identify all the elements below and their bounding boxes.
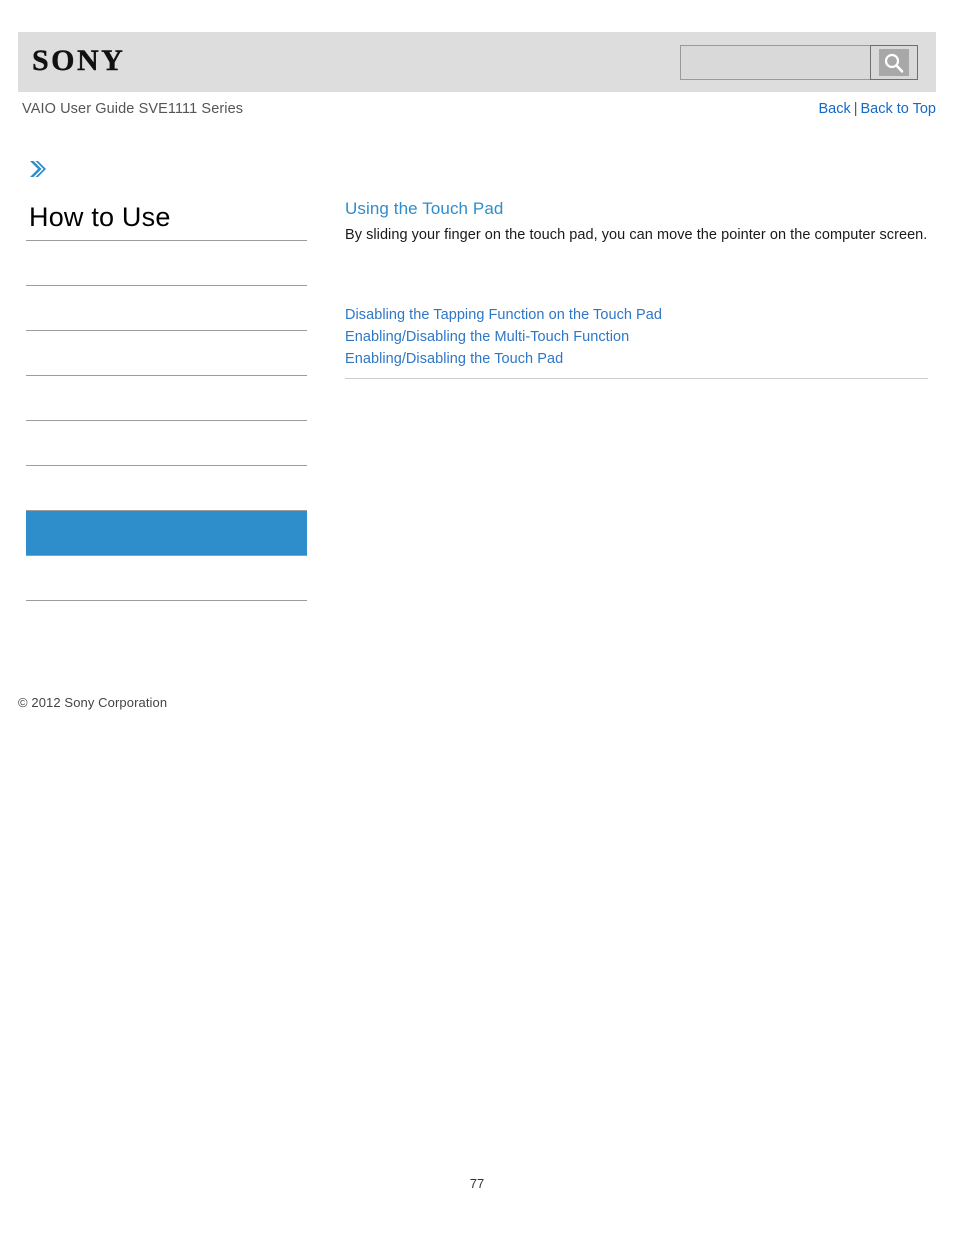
- sidebar-divider: [26, 600, 307, 601]
- sony-logo: SONY: [32, 44, 126, 77]
- search-area: [680, 45, 918, 80]
- list-item: Disabling the Tapping Function on the To…: [345, 304, 928, 326]
- related-topics-list: Disabling the Tapping Function on the To…: [345, 304, 928, 370]
- related-link-1[interactable]: Disabling the Tapping Function on the To…: [345, 307, 662, 323]
- content-heading: Using the Touch Pad: [345, 199, 504, 218]
- page-number: 77: [469, 1176, 485, 1191]
- list-item: Enabling/Disabling the Multi-Touch Funct…: [345, 326, 928, 348]
- back-to-top-link[interactable]: Back to Top: [860, 101, 936, 117]
- title-bar: VAIO User Guide SVE1111 Series Back | Back…: [18, 101, 936, 121]
- content-divider: [345, 378, 928, 379]
- main-content: Using the Touch Pad By sliding your fing…: [345, 198, 928, 379]
- sidebar-item-2[interactable]: [26, 286, 307, 330]
- content-description: By sliding your finger on the touch pad,…: [345, 227, 928, 243]
- sidebar-heading: How to Use: [29, 202, 171, 232]
- nav-separator: |: [853, 101, 858, 117]
- sidebar-item-5[interactable]: [26, 421, 307, 465]
- sidebar-item-8[interactable]: [26, 556, 307, 600]
- search-button[interactable]: [870, 45, 918, 80]
- sidebar-item-6[interactable]: [26, 466, 307, 510]
- chevron-right-icon[interactable]: [26, 158, 48, 180]
- sidebar-item-1[interactable]: [26, 241, 307, 285]
- sidebar-item-7-selected[interactable]: [26, 511, 307, 555]
- header-nav-links: Back | Back to Top: [818, 101, 936, 117]
- sidebar: How to Use: [26, 158, 307, 601]
- list-item: Enabling/Disabling the Touch Pad: [345, 348, 928, 370]
- copyright-text: © 2012 Sony Corporation: [18, 695, 168, 710]
- back-link[interactable]: Back: [818, 101, 850, 117]
- sidebar-item-3[interactable]: [26, 331, 307, 375]
- related-link-2[interactable]: Enabling/Disabling the Multi-Touch Funct…: [345, 329, 629, 345]
- header-band: SONY: [18, 32, 936, 92]
- search-input[interactable]: [680, 45, 870, 80]
- page-title: VAIO User Guide SVE1111 Series: [22, 101, 244, 117]
- related-link-3[interactable]: Enabling/Disabling the Touch Pad: [345, 351, 563, 367]
- search-icon: [879, 49, 909, 76]
- sidebar-item-4[interactable]: [26, 376, 307, 420]
